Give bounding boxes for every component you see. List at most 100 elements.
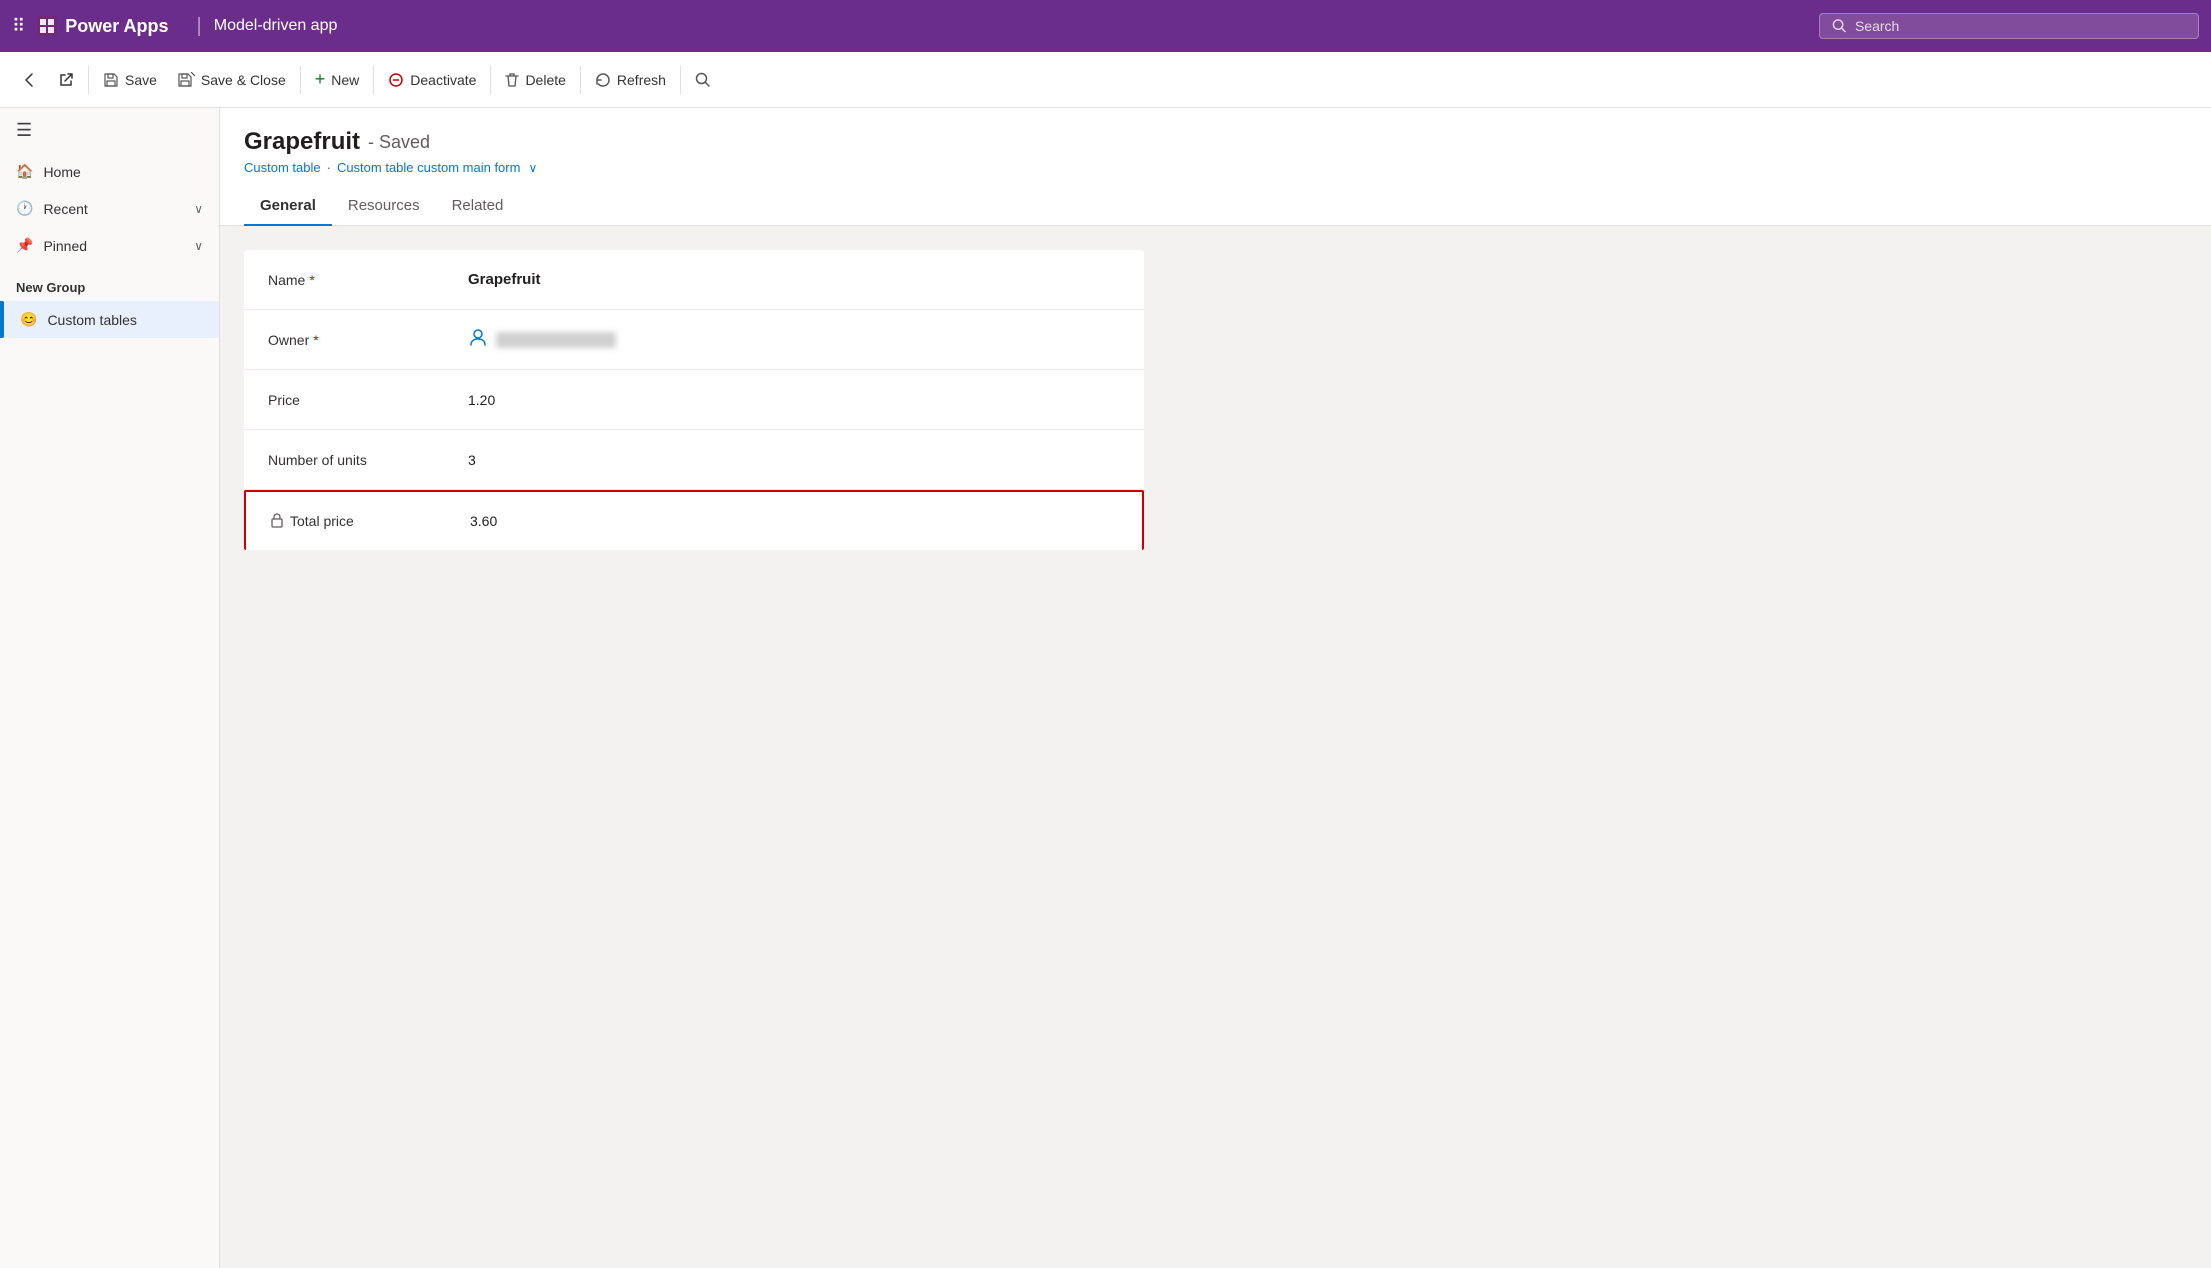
form-row-price: Price 1.20	[244, 370, 1144, 430]
sidebar-pinned-label: Pinned	[43, 238, 87, 254]
owner-name-blurred	[496, 332, 616, 348]
sidebar-custom-tables-label: Custom tables	[47, 312, 136, 328]
toolbar-sep-3	[373, 66, 374, 94]
toolbar-search-icon	[695, 72, 711, 88]
breadcrumb-chevron-icon: ∨	[528, 161, 537, 175]
total-price-label: Total price	[270, 512, 470, 531]
toolbar-sep-5	[580, 66, 581, 94]
owner-required-indicator: *	[313, 332, 318, 348]
back-icon	[22, 72, 38, 88]
record-header: Grapefruit - Saved Custom table · Custom…	[220, 108, 2211, 187]
price-label: Price	[268, 392, 468, 408]
save-close-label: Save & Close	[201, 72, 286, 88]
owner-label: Owner*	[268, 332, 468, 348]
pinned-icon: 📌	[16, 237, 33, 254]
waffle-icon[interactable]: ⠿	[12, 16, 25, 37]
save-label: Save	[125, 72, 157, 88]
search-input[interactable]	[1855, 18, 2186, 34]
search-icon	[1832, 18, 1847, 34]
record-status: - Saved	[368, 132, 430, 153]
form-body: Name* Grapefruit Owner*	[220, 226, 2211, 1268]
save-close-icon	[177, 72, 195, 88]
header-divider: |	[197, 15, 202, 38]
powerapps-icon	[37, 16, 57, 36]
breadcrumb: Custom table · Custom table custom main …	[244, 160, 2187, 187]
sidebar-custom-tables-wrapper: 😊 Custom tables	[0, 301, 219, 338]
form-section-general: Name* Grapefruit Owner*	[244, 250, 1144, 550]
delete-label: Delete	[525, 72, 565, 88]
sidebar-item-home[interactable]: 🏠 Home	[0, 153, 219, 190]
main-content: Grapefruit - Saved Custom table · Custom…	[220, 108, 2211, 1268]
main-layout: ☰ 🏠 Home 🕐 Recent ∨ 📌 Pinned ∨ New Group…	[0, 108, 2211, 1268]
pinned-chevron-icon: ∨	[194, 239, 203, 253]
total-price-label-container: Total price	[270, 512, 470, 531]
lock-icon	[270, 512, 284, 531]
form-tabs: General Resources Related	[220, 187, 2211, 226]
form-row-owner: Owner*	[244, 310, 1144, 370]
back-button[interactable]	[12, 66, 48, 94]
tab-general[interactable]: General	[244, 187, 332, 226]
external-link-icon	[58, 72, 74, 88]
sidebar-menu-button[interactable]: ☰	[0, 108, 219, 153]
delete-icon	[505, 72, 519, 88]
record-title-area: Grapefruit - Saved	[244, 128, 2187, 156]
model-driven-app-label: Model-driven app	[214, 17, 338, 35]
sidebar-item-recent[interactable]: 🕐 Recent ∨	[0, 190, 219, 227]
new-button[interactable]: + New	[305, 63, 370, 96]
breadcrumb-form-label: Custom table custom main form	[337, 160, 521, 175]
sidebar-item-custom-tables[interactable]: 😊 Custom tables	[0, 301, 219, 338]
tab-resources[interactable]: Resources	[332, 187, 436, 226]
tab-related[interactable]: Related	[436, 187, 520, 226]
delete-button[interactable]: Delete	[495, 66, 575, 94]
toolbar-sep-4	[490, 66, 491, 94]
command-bar: Save Save & Close + New Deactivate Delet…	[0, 52, 2211, 108]
breadcrumb-form-link[interactable]: Custom table custom main form ∨	[337, 160, 537, 175]
save-icon	[103, 72, 119, 88]
refresh-icon	[595, 72, 611, 88]
toolbar-search-button[interactable]	[685, 66, 721, 94]
hamburger-icon: ☰	[16, 120, 32, 141]
owner-value[interactable]	[468, 327, 1120, 353]
form-row-number-of-units: Number of units 3	[244, 430, 1144, 490]
deactivate-label: Deactivate	[410, 72, 476, 88]
app-name-label: Power Apps	[65, 16, 168, 37]
save-close-button[interactable]: Save & Close	[167, 66, 296, 94]
new-label: New	[331, 72, 359, 88]
deactivate-button[interactable]: Deactivate	[378, 66, 486, 94]
save-button[interactable]: Save	[93, 66, 167, 94]
name-value[interactable]: Grapefruit	[468, 271, 1120, 288]
number-of-units-label: Number of units	[268, 452, 468, 468]
deactivate-icon	[388, 72, 404, 88]
total-price-label-text: Total price	[290, 513, 354, 529]
breadcrumb-table-link[interactable]: Custom table	[244, 160, 321, 175]
new-icon: +	[315, 69, 326, 90]
name-required-indicator: *	[309, 272, 314, 288]
toolbar-sep-2	[300, 66, 301, 94]
sidebar-recent-label: Recent	[43, 201, 87, 217]
recent-icon: 🕐	[16, 200, 33, 217]
recent-chevron-icon: ∨	[194, 202, 203, 216]
sidebar-home-label: Home	[43, 164, 80, 180]
toolbar-sep-1	[88, 66, 89, 94]
app-logo: Power Apps	[37, 16, 168, 37]
form-row-name: Name* Grapefruit	[244, 250, 1144, 310]
price-value[interactable]: 1.20	[468, 392, 1120, 408]
form-row-total-price: Total price 3.60	[244, 490, 1144, 550]
total-price-value: 3.60	[470, 513, 1118, 529]
number-of-units-value[interactable]: 3	[468, 452, 1120, 468]
refresh-label: Refresh	[617, 72, 666, 88]
toolbar-sep-6	[680, 66, 681, 94]
custom-tables-icon: 😊	[20, 311, 37, 328]
refresh-button[interactable]: Refresh	[585, 66, 676, 94]
sidebar-section-new-group: New Group	[0, 264, 219, 301]
sidebar-item-pinned[interactable]: 📌 Pinned ∨	[0, 227, 219, 264]
global-search-box[interactable]	[1819, 13, 2199, 39]
active-indicator	[0, 301, 4, 338]
top-bar: ⠿ Power Apps | Model-driven app	[0, 0, 2211, 52]
external-link-button[interactable]	[48, 66, 84, 94]
record-name: Grapefruit	[244, 128, 360, 156]
home-icon: 🏠	[16, 163, 33, 180]
owner-person-icon	[468, 327, 488, 353]
name-label: Name*	[268, 272, 468, 288]
breadcrumb-separator: ·	[327, 160, 331, 175]
